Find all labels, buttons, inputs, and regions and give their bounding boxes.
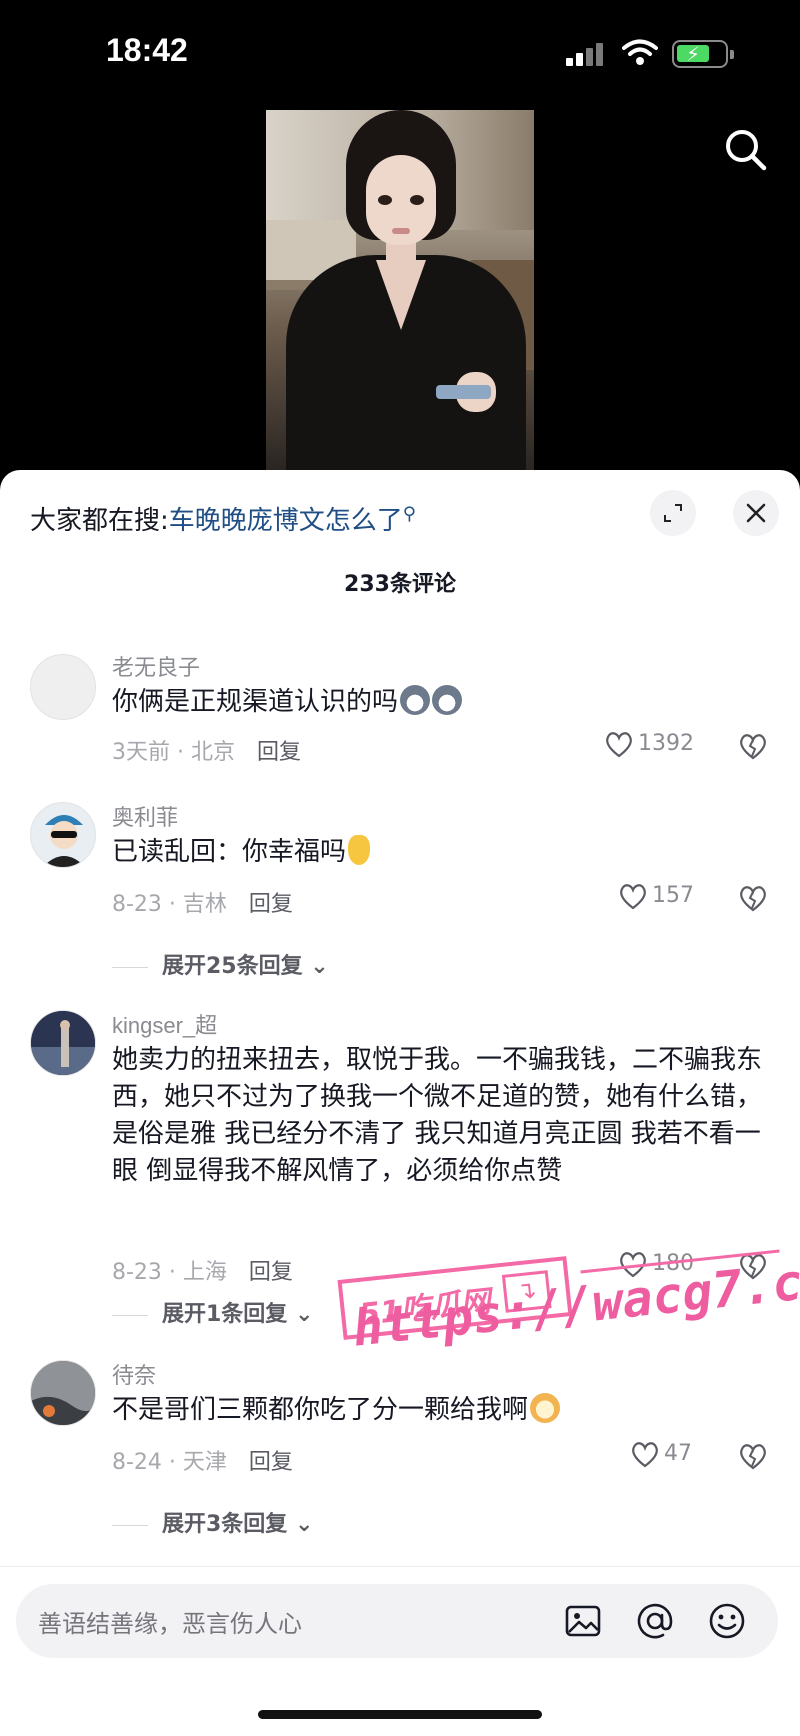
hot-search-query[interactable]: 车晚晚庞博文怎么了	[169, 506, 403, 536]
like-count: 1392	[638, 731, 694, 756]
comment-item: 奥利菲 已读乱回：你幸福吗 8-23 · 吉林 回复 157 展开25条回复 ⌄	[0, 802, 800, 1002]
expand-replies-button[interactable]: 展开25条回复 ⌄	[112, 948, 329, 980]
comment-username[interactable]: 奥利菲	[112, 800, 178, 832]
like-button[interactable]: 47	[630, 1440, 692, 1474]
dislike-icon[interactable]	[738, 1442, 768, 1470]
magnifier-icon: ⚲	[402, 503, 416, 525]
search-icon[interactable]	[722, 126, 770, 174]
close-button[interactable]	[733, 490, 779, 536]
like-button[interactable]: 1392	[604, 730, 694, 764]
comment-input-placeholder: 善语结善缘，恶言伤人心	[38, 1610, 302, 1638]
cartoon-avatar-icon	[31, 803, 95, 867]
comment-meta: 8-23 · 吉林 回复	[112, 886, 293, 918]
comment-meta: 8-24 · 天津 回复	[112, 1444, 293, 1476]
heart-icon	[606, 732, 632, 758]
comment-time-location: 8-23 · 吉林	[112, 892, 227, 917]
fullscreen-button[interactable]	[650, 490, 696, 536]
reply-button[interactable]: 回复	[257, 740, 301, 765]
expand-replies-label: 展开1条回复	[162, 1302, 288, 1327]
wifi-icon	[622, 39, 658, 65]
expand-replies-label: 展开3条回复	[162, 1512, 288, 1537]
like-count: 157	[652, 883, 694, 908]
heart-icon	[632, 1442, 658, 1468]
like-button[interactable]: 157	[618, 882, 694, 916]
cellular-signal-icon	[566, 42, 608, 66]
dislike-icon[interactable]	[738, 884, 768, 912]
comment-username[interactable]: 待奈	[112, 1358, 156, 1390]
battery-icon: ⚡	[672, 40, 734, 68]
comment-input[interactable]: 善语结善缘，恶言伤人心	[16, 1584, 778, 1658]
comment-meta: 3天前 · 北京 回复	[112, 734, 301, 766]
expand-icon	[664, 504, 682, 522]
comment-text-body: 不是哥们三颗都你吃了分一颗给我啊	[112, 1395, 529, 1425]
status-time: 18:42	[106, 32, 188, 68]
comment-item: 待奈 不是哥们三颗都你吃了分一颗给我啊 8-24 · 天津 回复 47 展开3条回…	[0, 1360, 800, 1560]
expand-replies-button[interactable]: 展开3条回复 ⌄	[112, 1506, 313, 1538]
mention-icon[interactable]	[634, 1600, 676, 1642]
wolf-emoji-icon	[432, 685, 463, 715]
chevron-down-icon: ⌄	[294, 1512, 314, 1537]
image-icon[interactable]	[562, 1600, 604, 1642]
comment-time-location: 3天前 · 北京	[112, 740, 235, 765]
comment-text: 不是哥们三颗都你吃了分一颗给我啊	[112, 1392, 762, 1429]
dislike-icon[interactable]	[738, 732, 768, 760]
hot-search-bar[interactable]: 大家都在搜:车晚晚庞博文怎么了⚲	[30, 500, 416, 537]
comment-text-body: 你俩是正规渠道认识的吗	[112, 687, 399, 717]
expand-replies-label: 展开25条回复	[162, 954, 303, 979]
home-indicator	[258, 1710, 542, 1719]
hot-search-prefix: 大家都在搜:	[30, 506, 169, 536]
comment-time-location: 8-23 · 上海	[112, 1260, 227, 1285]
close-icon	[746, 503, 766, 523]
video-thumbnail[interactable]	[266, 110, 534, 470]
dog-emoji-icon	[530, 1393, 561, 1423]
comment-username[interactable]: kingser_超	[112, 1008, 217, 1040]
reply-button[interactable]: 回复	[249, 1450, 293, 1475]
comment-text: 已读乱回：你幸福吗	[112, 834, 762, 871]
comment-text: 你俩是正规渠道认识的吗	[112, 684, 762, 721]
comment-username[interactable]: 老无良子	[112, 650, 200, 682]
photo-avatar-icon	[31, 1011, 95, 1075]
avatar[interactable]	[30, 654, 96, 720]
avatar[interactable]	[30, 1360, 96, 1426]
comment-meta: 8-23 · 上海 回复	[112, 1254, 293, 1286]
avatar[interactable]	[30, 1010, 96, 1076]
video-player[interactable]	[0, 100, 800, 475]
photo-avatar-icon	[31, 1361, 95, 1425]
comment-item: 老无良子 你俩是正规渠道认识的吗 3天前 · 北京 回复 1392	[0, 650, 800, 800]
comment-count: 233条评论	[344, 572, 456, 597]
status-bar: 18:42 ⚡	[0, 0, 800, 100]
chevron-down-icon: ⌄	[294, 1302, 314, 1327]
heart-icon	[620, 884, 646, 910]
avatar[interactable]	[30, 802, 96, 868]
divider	[0, 1566, 800, 1567]
comment-time-location: 8-24 · 天津	[112, 1450, 227, 1475]
reply-button[interactable]: 回复	[249, 892, 293, 917]
emoji-icon[interactable]	[706, 1600, 748, 1642]
comment-text: 她卖力的扭来扭去，取悦于我。一不骗我钱，二不骗我东西，她只不过为了换我一个微不足…	[112, 1045, 763, 1186]
comment-sheet: 大家都在搜:车晚晚庞博文怎么了⚲ 233条评论 老无良子 你俩是正规渠道认识的吗…	[0, 470, 800, 1736]
reply-button[interactable]: 回复	[249, 1260, 293, 1285]
expand-replies-button[interactable]: 展开1条回复 ⌄	[112, 1296, 313, 1328]
wolf-emoji-icon	[400, 685, 431, 715]
comment-text-body: 已读乱回：你幸福吗	[112, 837, 347, 867]
like-count: 47	[664, 1441, 692, 1466]
chevron-down-icon: ⌄	[310, 954, 329, 979]
finger-heart-emoji-icon	[348, 835, 371, 865]
